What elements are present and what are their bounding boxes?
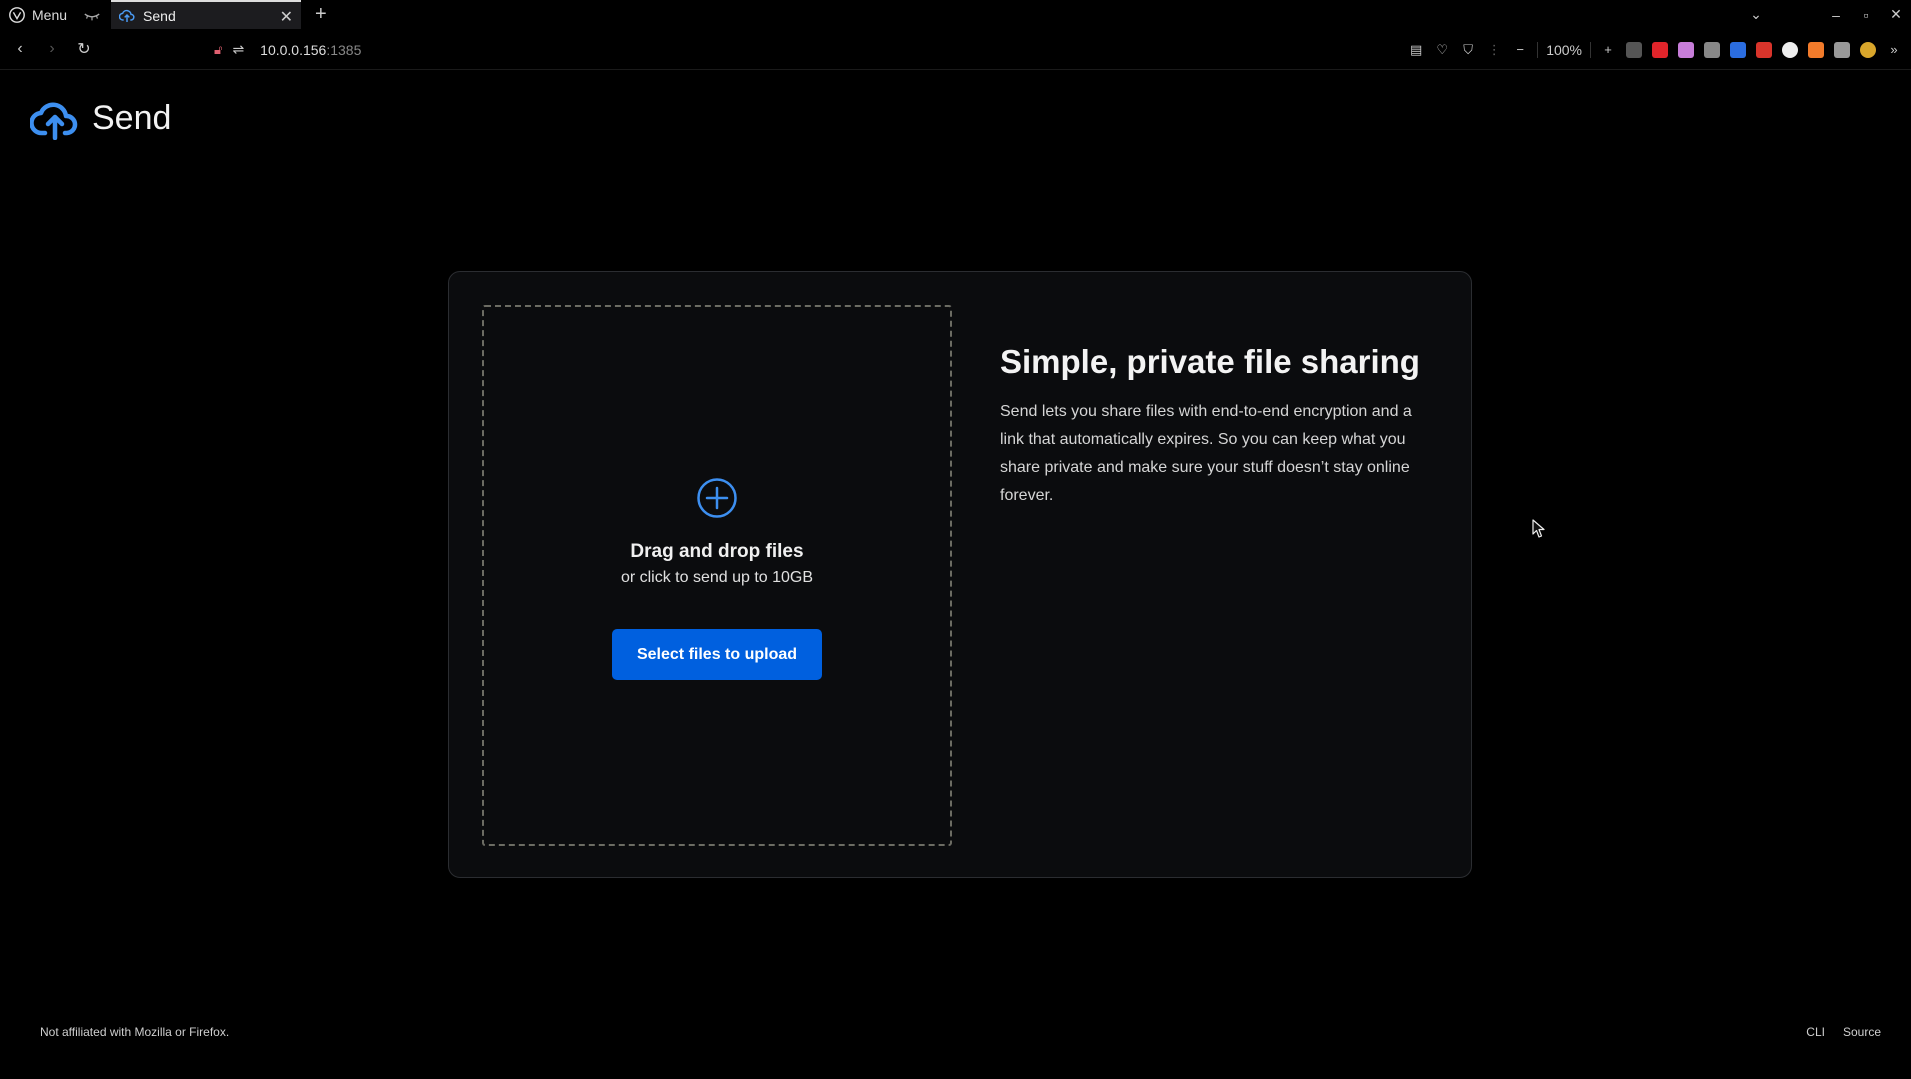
vivaldi-icon bbox=[9, 6, 25, 23]
intro-body: Send lets you share files with end-to-en… bbox=[1000, 402, 1412, 504]
footer-link-cli[interactable]: CLI bbox=[1806, 1025, 1825, 1039]
zoom-in-icon[interactable]: + bbox=[1595, 37, 1621, 63]
intro-heading: Simple, private file sharing bbox=[1000, 343, 1420, 380]
window-controls: ⌄ – ▫ ✕ bbox=[1741, 0, 1911, 29]
plus-circle-icon bbox=[697, 478, 737, 518]
screenshot-extension-icon[interactable] bbox=[1756, 41, 1772, 58]
youtube-extension-icon[interactable] bbox=[1652, 41, 1668, 58]
close-window-icon[interactable]: ✕ bbox=[1881, 6, 1911, 23]
translate-extension-icon[interactable] bbox=[1730, 41, 1746, 58]
avatar-extension-icon[interactable] bbox=[1860, 41, 1876, 58]
new-tab-icon[interactable]: + bbox=[315, 3, 327, 26]
insecure-lock-icon[interactable]: 🔓︎ bbox=[214, 42, 222, 58]
zoom-out-icon[interactable]: − bbox=[1507, 37, 1533, 63]
dropzone-title: Drag and drop files bbox=[630, 541, 804, 562]
url-field[interactable]: 🔓︎ ⇌ 10.0.0.156:1385 bbox=[214, 29, 361, 70]
bin-extension-icon[interactable] bbox=[1808, 41, 1824, 58]
upload-card: Drag and drop files or click to send up … bbox=[448, 271, 1472, 878]
browser-tab-bar: Menu Send ✕ + ⌄ – ▫ ✕ bbox=[0, 0, 1911, 29]
footer-link-source[interactable]: Source bbox=[1843, 1025, 1881, 1039]
brand-name: Send bbox=[92, 98, 172, 137]
browser-menu-label: Menu bbox=[32, 6, 68, 23]
app-logo[interactable]: Send bbox=[30, 96, 171, 140]
footer-links: CLI Source bbox=[1806, 1025, 1881, 1039]
forward-icon[interactable]: › bbox=[36, 40, 68, 58]
file-dropzone[interactable]: Drag and drop files or click to send up … bbox=[482, 305, 952, 846]
select-files-button[interactable]: Select files to upload bbox=[612, 629, 822, 680]
url-text: 10.0.0.156:1385 bbox=[260, 41, 362, 58]
bookmark-heart-icon[interactable]: ♡ bbox=[1429, 37, 1455, 63]
tab-title: Send bbox=[143, 7, 176, 24]
send-favicon-icon bbox=[119, 9, 135, 22]
reload-icon[interactable]: ↻ bbox=[68, 39, 100, 59]
badge-extension-icon[interactable] bbox=[1678, 41, 1694, 58]
glasses-extension-icon[interactable] bbox=[1704, 41, 1720, 58]
browser-menu-button[interactable]: Menu bbox=[0, 0, 75, 29]
puzzle-extensions-icon[interactable] bbox=[1834, 41, 1850, 58]
close-tab-icon[interactable]: ✕ bbox=[280, 7, 293, 27]
intro-section: Simple, private file sharing Send lets y… bbox=[1000, 342, 1440, 510]
footer-disclaimer: Not affiliated with Mozilla or Firefox. bbox=[40, 1025, 230, 1039]
dropzone-content: Drag and drop files or click to send up … bbox=[484, 477, 950, 680]
zoom-level[interactable]: 100% bbox=[1537, 41, 1591, 58]
dropzone-subtitle: or click to send up to 10GB bbox=[620, 569, 814, 586]
translate-icon[interactable]: ▤ bbox=[1403, 37, 1429, 63]
chevron-down-icon[interactable]: ⌄ bbox=[1741, 6, 1771, 23]
ublock-extension-icon[interactable] bbox=[1626, 41, 1642, 58]
minimize-icon[interactable]: – bbox=[1821, 7, 1851, 23]
mouse-cursor-icon bbox=[1532, 519, 1545, 538]
back-icon[interactable]: ‹ bbox=[4, 40, 36, 58]
separator-dots-icon: ⋮ bbox=[1487, 41, 1501, 57]
double-chevron-right-icon[interactable]: » bbox=[1881, 37, 1907, 63]
z-extension-icon[interactable] bbox=[1782, 41, 1798, 58]
browser-address-bar: ‹ › ↻ 🔓︎ ⇌ 10.0.0.156:1385 ▤ ♡ ⛉ ⋮ − 100… bbox=[0, 29, 1911, 70]
tab-send[interactable]: Send ✕ bbox=[111, 0, 302, 29]
site-settings-icon[interactable]: ⇌ bbox=[232, 41, 244, 58]
toolbar-right: ▤ ♡ ⛉ ⋮ − 100% + » bbox=[1403, 29, 1911, 70]
shield-icon[interactable]: ⛉ bbox=[1455, 37, 1481, 63]
cloud-upload-icon bbox=[30, 102, 78, 140]
hidden-eye-icon[interactable] bbox=[83, 6, 101, 24]
maximize-icon[interactable]: ▫ bbox=[1851, 7, 1881, 23]
